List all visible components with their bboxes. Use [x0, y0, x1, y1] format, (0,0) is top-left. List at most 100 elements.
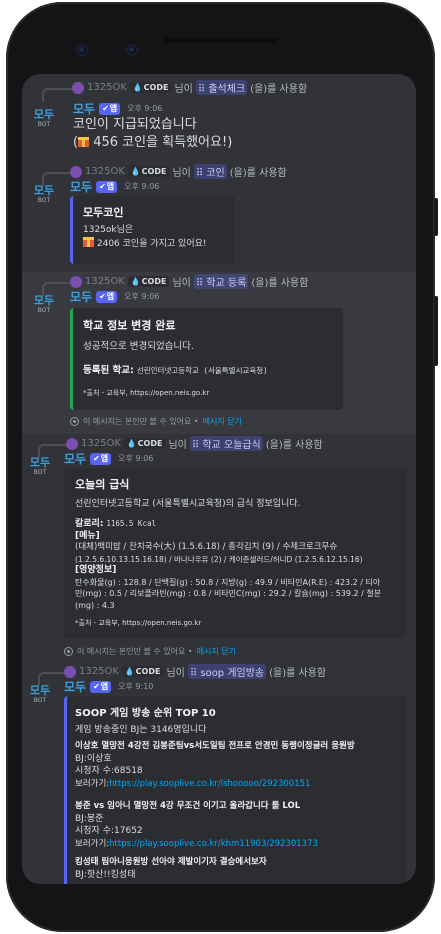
- timestamp: 오후 9:06: [127, 104, 163, 113]
- bot-avatar[interactable]: 모두 BOT: [29, 184, 59, 214]
- message-line-1: 코인이 지급되었습니다: [73, 117, 197, 132]
- code-badge: 💧 CODE: [123, 438, 166, 449]
- embed-source: *출처 - 교육부, https://open.neis.go.kr: [75, 619, 202, 627]
- lunch-embed: 오늘의 급식 선린인터넷고등학교 (서울특별시교육청)의 급식 정보입니다. 칼…: [64, 468, 407, 638]
- bot-avatar[interactable]: 모두 BOT: [29, 294, 59, 324]
- ref-mid: 님이: [166, 668, 185, 679]
- app-badge: ✔ 앱: [99, 102, 121, 115]
- gift-icon: [78, 137, 90, 147]
- ref-username[interactable]: 1325OK: [81, 438, 121, 449]
- reply-reference[interactable]: 1325OK 💧 CODE 님이 ⠿ 학교 등록 (을)를 사용함: [70, 274, 308, 289]
- ref-username[interactable]: 1325OK: [85, 166, 125, 177]
- bot-name[interactable]: 모두: [64, 450, 86, 467]
- bot-name-row: 모두 ✔ 앱 오후 9:06: [73, 100, 162, 117]
- user-avatar-icon: [70, 275, 82, 288]
- eye-icon: [70, 417, 79, 426]
- embed-description: 게임 방송중인 BJ는 3146명입니다: [75, 725, 207, 735]
- embed-source: *출처 - 교육부, https://open.neis.go.kr: [83, 389, 210, 397]
- command-mention[interactable]: ⠿ 출석체크: [195, 80, 248, 95]
- ref-suffix: (을)를 사용함: [229, 168, 287, 179]
- bot-avatar[interactable]: 모두 BOT: [25, 456, 55, 486]
- stream-viewers: 시청자 수:68518: [75, 766, 143, 776]
- reply-connector: [42, 88, 72, 102]
- command-mention[interactable]: ⠿ 코인: [193, 164, 227, 179]
- front-camera-icon: [76, 44, 88, 56]
- stream-item: 킹성태 림아니응원방 선아야 제발이기자 결승에서보자 BJ:핫산!!킹성태: [75, 856, 267, 881]
- code-badge: 💧 CODE: [129, 82, 172, 93]
- embed-title: 모두코인: [83, 206, 124, 219]
- school-embed: 학교 정보 변경 완료 성공적으로 변경되었습니다. 등록된 학교: 선린인터넷…: [70, 308, 343, 410]
- embed-title: 학교 정보 변경 완료: [83, 319, 176, 332]
- stream-bj: BJ:봉준: [75, 813, 104, 824]
- bot-avatar[interactable]: 모두 BOT: [25, 684, 55, 714]
- chat-screen[interactable]: 1325OK 💧 CODE 님이 ⠿ 출석체크 (을)를 사용함 모두 BOT 모두…: [22, 74, 416, 884]
- bot-name[interactable]: 모두: [70, 288, 92, 305]
- command-mention[interactable]: ⠿ 학교 등록: [193, 274, 249, 289]
- message-school-register: 1325OK 💧 CODE 님이 ⠿ 학교 등록 (을)를 사용함 모두 BOT 모…: [22, 272, 416, 434]
- soop-embed: SOOP 게임 방송 순위 TOP 10 게임 방송중인 BJ는 3146명입니…: [64, 696, 407, 884]
- lunch-details: 칼로리: 1165.5 Kcal [메뉴] (대체)백미밥 / 잔치국수(大) …: [75, 519, 382, 610]
- ref-mid: 님이: [174, 84, 193, 95]
- volume-button: [434, 296, 438, 366]
- app-badge: ✔ 앱: [90, 680, 112, 693]
- ref-username[interactable]: 1325OK: [85, 276, 125, 287]
- stream-link[interactable]: https://play.sooplive.co.kr/lshooooo/292…: [109, 779, 310, 789]
- reply-reference[interactable]: 1325OK 💧 CODE 님이 ⠿ 학교 오늘급식 (을)를 사용함: [66, 436, 323, 451]
- bot-name-row: 모두 ✔ 앱 오후 9:10: [64, 678, 153, 695]
- command-mention[interactable]: ⠿ soop 게임방송: [187, 664, 267, 679]
- ref-suffix: (을)를 사용함: [269, 668, 327, 679]
- front-sensor-icon: [126, 44, 138, 56]
- app-badge: ✔ 앱: [96, 290, 118, 303]
- embed-description: 선린인터넷고등학교 (서울특별시교육청)의 급식 정보입니다.: [75, 499, 301, 509]
- reply-reference[interactable]: 1325OK 💧 CODE 님이 ⠿ 코인 (을)를 사용함: [70, 164, 287, 179]
- stream-title: 이상호 멸망전 4강전 김봉준팀vs서도일팀 전프로 안경민 동랭이정글러 응원…: [75, 741, 355, 751]
- embed-description: 성공적으로 변경되었습니다.: [83, 341, 194, 352]
- message-school-lunch: 1325OK 💧 CODE 님이 ⠿ 학교 오늘급식 (을)를 사용함 모두 BOT…: [22, 434, 416, 662]
- stream-viewers: 시청자 수:17652: [75, 826, 143, 836]
- message-soop-ranking: 1325OK 💧 CODE 님이 ⠿ soop 게임방송 (을)를 사용함 모두 B…: [22, 662, 416, 884]
- check-icon: ✔: [93, 682, 100, 691]
- bot-name[interactable]: 모두: [70, 178, 92, 195]
- embed-title: SOOP 게임 방송 순위 TOP 10: [75, 708, 216, 719]
- stream-title: 봉준 vs 임아니 멸망전 4강 무조건 이기고 올라갑니다 롤 LOL: [75, 801, 301, 811]
- reply-reference[interactable]: 1325OK 💧 CODE 님이 ⠿ soop 게임방송 (을)를 사용함: [64, 664, 326, 679]
- stream-link[interactable]: https://play.sooplive.co.kr/khm11903/292…: [109, 839, 318, 849]
- ref-username[interactable]: 1325OK: [87, 82, 127, 93]
- user-avatar-icon: [72, 81, 84, 94]
- timestamp: 오후 9:06: [124, 292, 160, 301]
- speaker-grille: [163, 38, 278, 43]
- ref-username[interactable]: 1325OK: [79, 666, 119, 677]
- message-coin: 1325OK 💧 CODE 님이 ⠿ 코인 (을)를 사용함 모두 BOT 모두 ✔…: [22, 162, 416, 272]
- bot-avatar[interactable]: 모두 BOT: [29, 108, 59, 138]
- bot-name-row: 모두 ✔ 앱 오후 9:06: [64, 450, 153, 467]
- power-button: [434, 198, 438, 236]
- user-avatar-icon: [66, 437, 78, 450]
- stream-item: 봉준 vs 임아니 멸망전 4강 무조건 이기고 올라갑니다 롤 LOL BJ:…: [75, 801, 318, 849]
- dismiss-message-link[interactable]: 메시지 닫기: [197, 646, 236, 657]
- code-badge: 💧 CODE: [127, 166, 170, 177]
- timestamp: 오후 9:06: [118, 454, 154, 463]
- bot-name-row: 모두 ✔ 앱 오후 9:06: [70, 288, 159, 305]
- code-badge: 💧 CODE: [127, 276, 170, 287]
- message-line-2: ( 456 코인을 획득했어요!): [73, 135, 233, 150]
- bot-name-row: 모두 ✔ 앱 오후 9:06: [70, 178, 159, 195]
- bot-name[interactable]: 모두: [64, 678, 86, 695]
- app-badge: ✔ 앱: [96, 180, 118, 193]
- reply-reference[interactable]: 1325OK 💧 CODE 님이 ⠿ 출석체크 (을)를 사용함: [72, 80, 307, 95]
- check-icon: ✔: [99, 182, 106, 191]
- eye-icon: [64, 647, 73, 656]
- embed-title: 오늘의 급식: [75, 478, 130, 491]
- stream-bj: BJ:핫산!!킹성태: [75, 869, 136, 880]
- timestamp: 오후 9:06: [124, 182, 160, 191]
- command-mention[interactable]: ⠿ 학교 오늘급식: [189, 436, 263, 451]
- stream-item: 이상호 멸망전 4강전 김봉준팀vs서도일팀 전프로 안경민 동랭이정글러 응원…: [75, 741, 355, 789]
- message-attendance: 1325OK 💧 CODE 님이 ⠿ 출석체크 (을)를 사용함 모두 BOT 모두…: [22, 78, 416, 162]
- ref-mid: 님이: [168, 440, 187, 451]
- dismiss-message-link[interactable]: 메시지 닫기: [203, 416, 242, 427]
- ref-suffix: (을)를 사용함: [251, 278, 309, 289]
- gift-icon: [83, 237, 94, 247]
- bot-name[interactable]: 모두: [73, 100, 95, 117]
- ref-suffix: (을)를 사용함: [250, 84, 308, 95]
- coin-embed: 모두코인 1325ok님은 2406 코인을 가지고 있어요!: [70, 196, 235, 264]
- check-icon: ✔: [93, 454, 100, 463]
